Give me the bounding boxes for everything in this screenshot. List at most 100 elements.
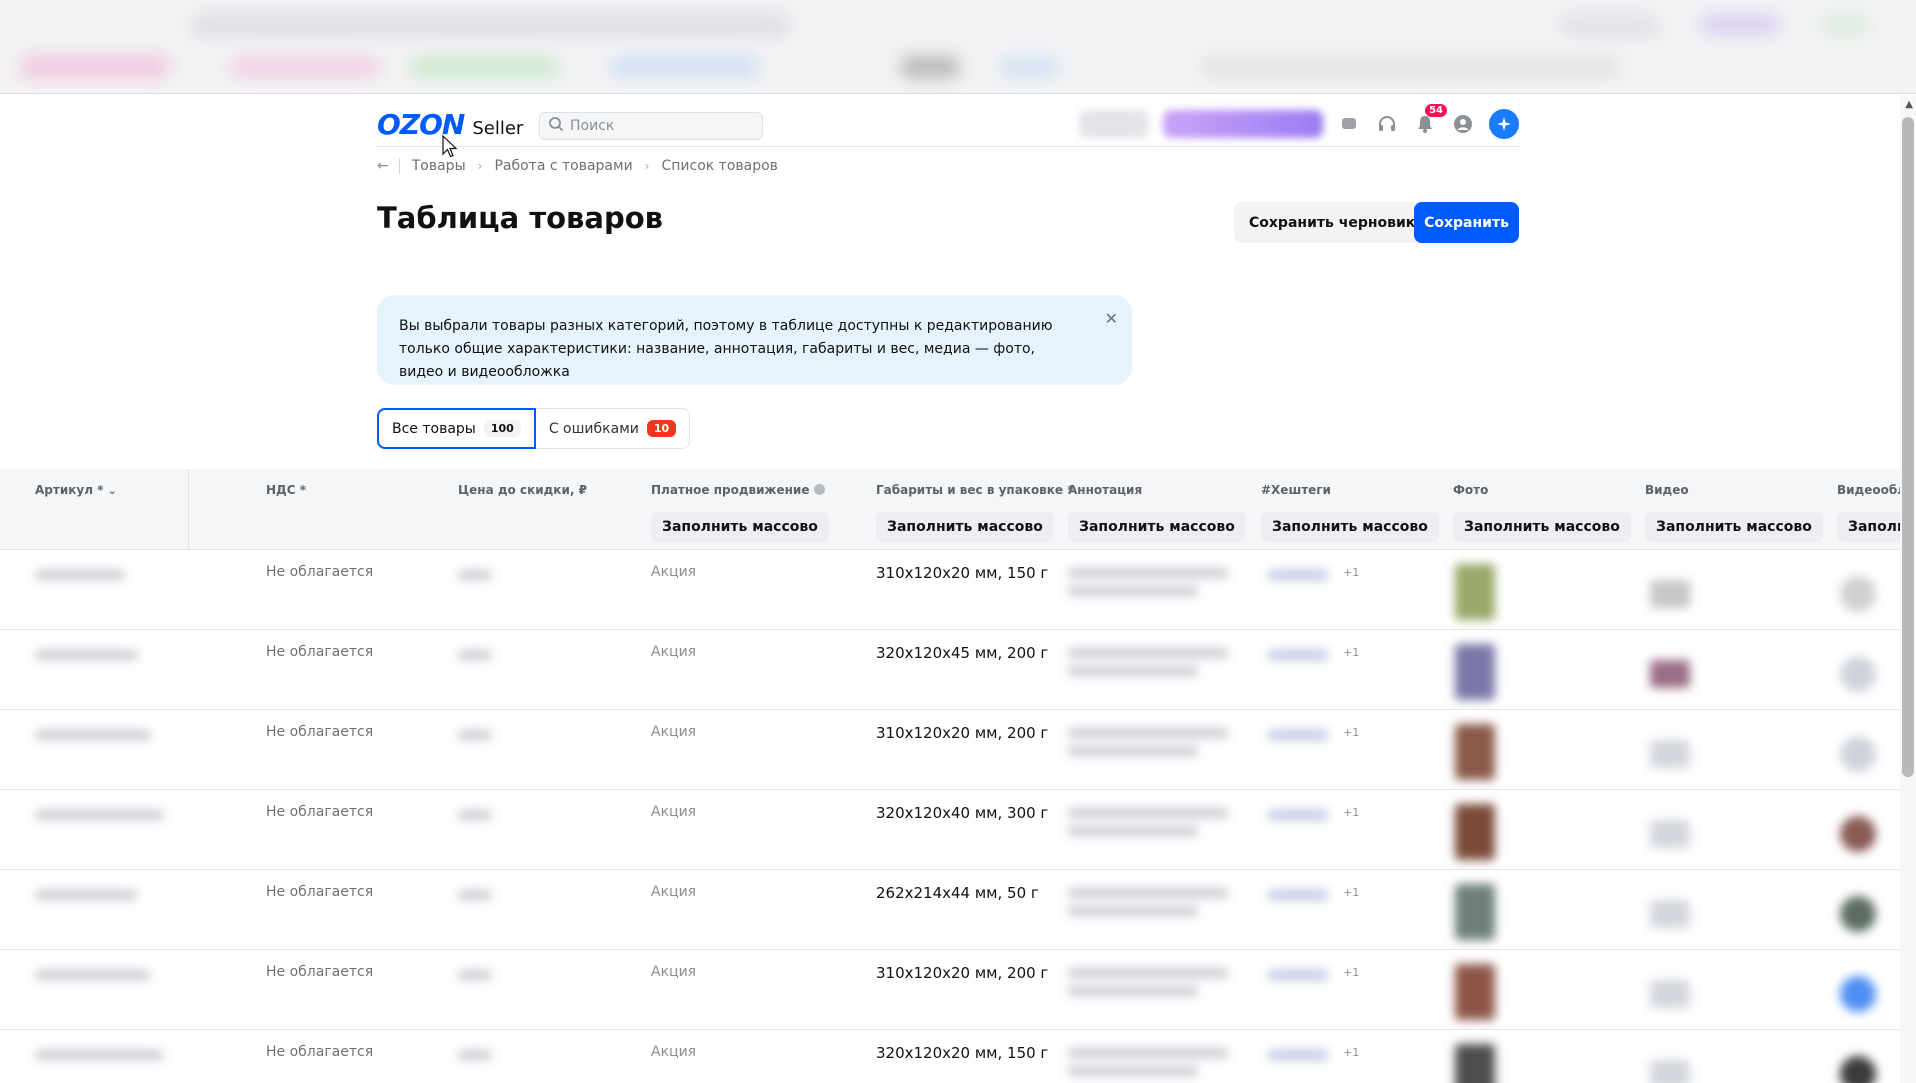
breadcrumb-item-product-list[interactable]: Список товаров <box>661 158 777 174</box>
promo-value[interactable]: Акция <box>651 724 696 740</box>
close-icon[interactable]: ✕ <box>1105 307 1118 330</box>
price-value-blurred[interactable] <box>458 810 492 820</box>
promo-value[interactable]: Акция <box>651 964 696 980</box>
dimensions-value[interactable]: 320x120x20 мм, 150 г <box>876 1044 1048 1062</box>
video-thumbnail[interactable] <box>1650 740 1690 768</box>
page-scrollbar[interactable]: ▲ <box>1900 95 1916 1083</box>
article-value-blurred[interactable] <box>35 890 137 900</box>
price-value-blurred[interactable] <box>458 890 492 900</box>
price-value-blurred[interactable] <box>458 1050 492 1060</box>
info-icon[interactable] <box>813 484 825 495</box>
scroll-up-arrow-icon[interactable]: ▲ <box>1905 99 1913 110</box>
dimensions-value[interactable]: 320x120x45 мм, 200 г <box>876 644 1048 662</box>
annotation-value-blurred[interactable] <box>1068 728 1228 738</box>
video-thumbnail[interactable] <box>1650 1060 1690 1083</box>
table-row[interactable]: Не облагается Акция 310x120x20 мм, 200 г… <box>0 710 1900 790</box>
nds-value[interactable]: Не облагается <box>266 724 373 740</box>
fill-bulk-dimensions-button[interactable]: Заполнить массово <box>876 512 1054 542</box>
hashtag-value-blurred[interactable] <box>1268 730 1328 740</box>
nds-value[interactable]: Не облагается <box>266 564 373 580</box>
video-cover-thumbnail[interactable] <box>1840 816 1876 852</box>
dimensions-value[interactable]: 310x120x20 мм, 200 г <box>876 724 1048 742</box>
table-row[interactable]: Не облагается Акция 320x120x20 мм, 150 г… <box>0 1030 1900 1083</box>
product-photo-thumbnail[interactable] <box>1455 804 1495 860</box>
nds-value[interactable]: Не облагается <box>266 1044 373 1060</box>
fill-bulk-video-button[interactable]: Заполнить массово <box>1645 512 1823 542</box>
hashtag-value-blurred[interactable] <box>1268 1050 1328 1060</box>
blurred-promo-banner[interactable] <box>1163 110 1323 138</box>
back-arrow-icon[interactable]: ← <box>377 158 400 174</box>
nds-value[interactable]: Не облагается <box>266 964 373 980</box>
hashtag-value-blurred[interactable] <box>1268 810 1328 820</box>
video-thumbnail[interactable] <box>1650 900 1690 928</box>
table-row[interactable]: Не облагается Акция 262x214x44 мм, 50 г … <box>0 870 1900 950</box>
product-photo-thumbnail[interactable] <box>1455 564 1495 620</box>
annotation-value-blurred[interactable] <box>1068 968 1228 978</box>
save-button[interactable]: Сохранить <box>1414 202 1519 243</box>
price-value-blurred[interactable] <box>458 970 492 980</box>
article-value-blurred[interactable] <box>35 810 164 820</box>
profile-icon[interactable] <box>1451 112 1475 136</box>
hashtag-value-blurred[interactable] <box>1268 650 1328 660</box>
product-photo-thumbnail[interactable] <box>1455 724 1495 780</box>
video-thumbnail[interactable] <box>1650 980 1690 1008</box>
ai-assistant-icon[interactable] <box>1489 109 1519 139</box>
nds-value[interactable]: Не облагается <box>266 644 373 660</box>
promo-value[interactable]: Акция <box>651 804 696 820</box>
fill-bulk-video-cover-button[interactable]: Заполн <box>1837 512 1900 542</box>
video-thumbnail[interactable] <box>1650 820 1690 848</box>
annotation-value-blurred[interactable] <box>1068 568 1228 578</box>
article-value-blurred[interactable] <box>35 730 151 740</box>
product-photo-thumbnail[interactable] <box>1455 644 1495 700</box>
video-cover-thumbnail[interactable] <box>1840 656 1876 692</box>
price-value-blurred[interactable] <box>458 570 492 580</box>
search-input[interactable] <box>570 118 750 134</box>
promo-value[interactable]: Акция <box>651 1044 696 1060</box>
video-cover-thumbnail[interactable] <box>1840 896 1876 932</box>
promo-value[interactable]: Акция <box>651 884 696 900</box>
product-photo-thumbnail[interactable] <box>1455 964 1495 1020</box>
tab-all-products[interactable]: Все товары 100 <box>377 408 536 449</box>
annotation-value-blurred[interactable] <box>1068 808 1228 818</box>
article-value-blurred[interactable] <box>35 970 150 980</box>
bell-icon[interactable]: 54 <box>1413 104 1447 136</box>
table-row[interactable]: Не облагается Акция 310x120x20 мм, 150 г… <box>0 550 1900 630</box>
save-draft-button[interactable]: Сохранить черновик <box>1234 202 1431 243</box>
video-thumbnail[interactable] <box>1650 660 1690 688</box>
price-value-blurred[interactable] <box>458 730 492 740</box>
table-row[interactable]: Не облагается Акция 320x120x40 мм, 300 г… <box>0 790 1900 870</box>
tab-with-errors[interactable]: С ошибками 10 <box>535 408 691 449</box>
hashtag-value-blurred[interactable] <box>1268 570 1328 580</box>
chevron-down-icon[interactable]: ⌄ <box>108 484 117 497</box>
hashtag-value-blurred[interactable] <box>1268 970 1328 980</box>
video-thumbnail[interactable] <box>1650 580 1690 608</box>
fill-bulk-promo-button[interactable]: Заполнить массово <box>651 512 829 542</box>
annotation-value-blurred[interactable] <box>1068 888 1228 898</box>
breadcrumb-item-products[interactable]: Товары <box>412 158 466 174</box>
video-cover-thumbnail[interactable] <box>1840 1056 1876 1083</box>
fill-bulk-hashtags-button[interactable]: Заполнить массово <box>1261 512 1439 542</box>
dimensions-value[interactable]: 262x214x44 мм, 50 г <box>876 884 1039 902</box>
annotation-value-blurred[interactable] <box>1068 1048 1228 1058</box>
scrollbar-thumb[interactable] <box>1902 117 1914 777</box>
table-row[interactable]: Не облагается Акция 310x120x20 мм, 200 г… <box>0 950 1900 1030</box>
nds-value[interactable]: Не облагается <box>266 884 373 900</box>
support-icon[interactable] <box>1375 112 1399 136</box>
chat-icon[interactable] <box>1337 112 1361 136</box>
promo-value[interactable]: Акция <box>651 564 696 580</box>
video-cover-thumbnail[interactable] <box>1840 736 1876 772</box>
product-photo-thumbnail[interactable] <box>1455 884 1495 940</box>
breadcrumb-item-work-with-products[interactable]: Работа с товарами <box>494 158 632 174</box>
dimensions-value[interactable]: 310x120x20 мм, 200 г <box>876 964 1048 982</box>
fill-bulk-annotation-button[interactable]: Заполнить массово <box>1068 512 1246 542</box>
column-header-article[interactable]: Артикул * ⌄ <box>35 483 117 497</box>
annotation-value-blurred[interactable] <box>1068 648 1228 658</box>
dimensions-value[interactable]: 320x120x40 мм, 300 г <box>876 804 1048 822</box>
video-cover-thumbnail[interactable] <box>1840 976 1876 1012</box>
fill-bulk-photo-button[interactable]: Заполнить массово <box>1453 512 1631 542</box>
product-photo-thumbnail[interactable] <box>1455 1044 1495 1083</box>
article-value-blurred[interactable] <box>35 650 138 660</box>
video-cover-thumbnail[interactable] <box>1840 576 1876 612</box>
article-value-blurred[interactable] <box>35 1050 163 1060</box>
hashtag-value-blurred[interactable] <box>1268 890 1328 900</box>
